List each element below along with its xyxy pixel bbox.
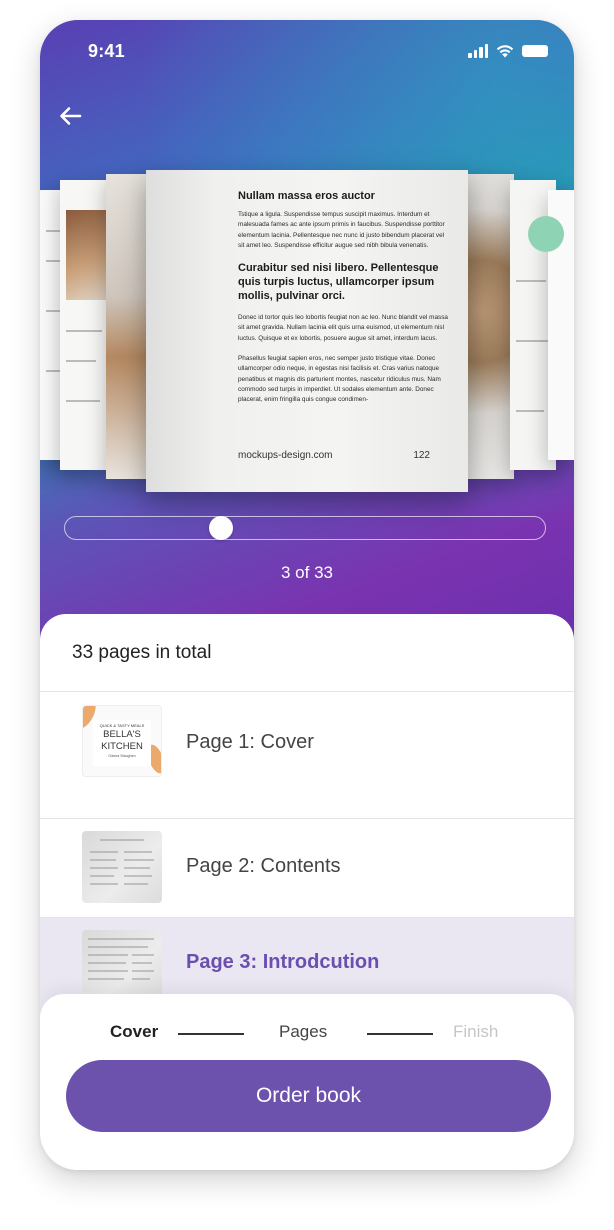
cover-title: KITCHEN xyxy=(101,741,143,752)
page-slider-track[interactable] xyxy=(64,516,546,540)
page-slider-thumb[interactable] xyxy=(209,516,233,540)
cover-tagline: QUICK & TASTY MEALS xyxy=(99,723,145,728)
back-button[interactable] xyxy=(56,102,84,130)
page-list-label: Page 3: Introdcution xyxy=(186,951,380,973)
book-page-paragraph: Phasellus feugiat sapien eros, nec sempe… xyxy=(238,355,441,404)
status-bar: 9:41 xyxy=(40,20,574,84)
page-list-item[interactable]: Page 2: Contents xyxy=(40,819,574,917)
page-thumbnail: QUICK & TASTY MEALS BELLA'S KITCHEN Oden… xyxy=(82,705,162,777)
book-page-decoration xyxy=(528,216,564,252)
page-counter: 3 of 33 xyxy=(281,563,333,582)
book-page-heading: Nullam massa eros auctor xyxy=(238,190,375,202)
status-icons xyxy=(468,44,548,58)
step-pages[interactable]: Pages xyxy=(279,1022,327,1042)
page-list-label: Page 2: Contents xyxy=(186,855,341,877)
order-footer: Cover Pages Finish Order book xyxy=(40,994,574,1170)
book-page-site: mockups-design.com xyxy=(238,450,333,461)
cellular-signal-icon xyxy=(468,44,488,58)
cover-author: Odena Staughen xyxy=(108,754,136,758)
book-page-paragraph: Tstique a ligula. Suspendisse tempus sus… xyxy=(238,211,445,249)
cover-title-box: QUICK & TASTY MEALS BELLA'S KITCHEN Oden… xyxy=(93,720,151,766)
page-thumbnail xyxy=(82,930,162,1002)
page-thumbnail xyxy=(82,831,162,903)
battery-icon xyxy=(522,45,548,57)
step-cover[interactable]: Cover xyxy=(110,1022,158,1042)
step-connector xyxy=(367,1033,433,1035)
progress-steps: Cover Pages Finish xyxy=(40,1022,574,1046)
page-list-label: Page 1: Cover xyxy=(186,731,314,753)
status-time: 9:41 xyxy=(88,41,125,61)
book-page-image xyxy=(60,180,110,470)
book-page-current: Nullam massa eros auctor Tstique a ligul… xyxy=(146,170,468,492)
order-book-button[interactable]: Order book xyxy=(66,1060,551,1132)
step-connector xyxy=(178,1033,244,1035)
page-list-item[interactable]: QUICK & TASTY MEALS BELLA'S KITCHEN Oden… xyxy=(40,692,574,790)
arrow-left-icon xyxy=(60,107,82,125)
cover-title: BELLA'S xyxy=(103,729,141,740)
book-page-number: 122 xyxy=(413,450,430,461)
book-page-carousel[interactable]: Nullam massa eros auctor Tstique a ligul… xyxy=(40,170,574,510)
phone-screen: 9:41 Nullam massa eros auctor Tstique a … xyxy=(40,20,574,1170)
book-page-paragraph: Donec id tortor quis leo lobortis feugia… xyxy=(238,314,448,342)
book-page-subheading: Curabitur sed nisi libero. Pellentesque … xyxy=(238,262,439,303)
step-finish[interactable]: Finish xyxy=(453,1022,498,1042)
wifi-icon xyxy=(496,45,514,58)
book-page-footer: mockups-design.com 122 xyxy=(238,450,430,461)
pages-total-label: 33 pages in total xyxy=(72,642,212,663)
